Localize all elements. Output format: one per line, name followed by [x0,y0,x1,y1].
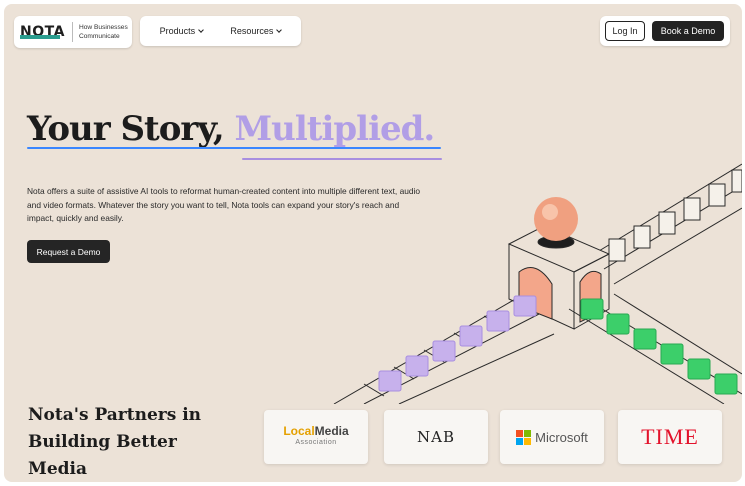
time-logo: TIME [641,424,699,449]
partners-title-line3: Media [28,459,87,479]
partner-logo-microsoft[interactable]: Microsoft [500,410,604,464]
nav-products-label: Products [159,26,196,36]
book-demo-button[interactable]: Book a Demo [652,21,724,41]
hero-title-part2: Multiplied. [234,109,436,149]
conveyor-illustration [333,163,742,404]
logo-wordmark: NOTA [20,24,65,40]
hero-title: Your Story, Multiplied. [27,109,436,149]
partners-title-line2: Building Better [28,432,177,452]
partner-logo-time[interactable]: TIME [618,410,722,464]
main-nav: Products Resources [140,16,301,46]
logo-divider [72,22,73,42]
header-actions: Log In Book a Demo [600,16,730,46]
localmedia-logo: LocalMedia Association [283,424,349,448]
tagline-line-1: How Businesses [79,24,128,31]
partner-logo-nab[interactable]: NAB [384,410,488,464]
login-button[interactable]: Log In [605,21,645,41]
partners-title-line1: Nota's Partners in [28,405,202,425]
hero-title-part1: Your Story, [27,109,225,149]
logo-tagline: How Businesses Communicate [79,23,128,41]
localmedia-word2: Media [314,424,349,438]
microsoft-logo: Microsoft [516,429,588,445]
partners-title: Nota's Partners in Building Better Media [28,402,201,482]
nav-resources[interactable]: Resources [230,26,283,36]
microsoft-icon [516,429,532,445]
tagline-line-2: Communicate [79,33,120,40]
nav-products[interactable]: Products [160,26,204,36]
chevron-down-icon [198,27,204,33]
localmedia-sub: Association [295,439,337,446]
partner-logo-localmedia[interactable]: LocalMedia Association [264,410,368,464]
page-frame: NOTA How Businesses Communicate Products… [4,4,742,482]
brand-logo[interactable]: NOTA How Businesses Communicate [14,16,132,48]
nab-logo: NAB [417,428,455,446]
nav-resources-label: Resources [230,26,274,36]
microsoft-wordmark: Microsoft [535,429,588,445]
request-demo-button[interactable]: Request a Demo [27,240,110,263]
localmedia-word1: Local [283,424,315,438]
chevron-down-icon [276,27,283,33]
